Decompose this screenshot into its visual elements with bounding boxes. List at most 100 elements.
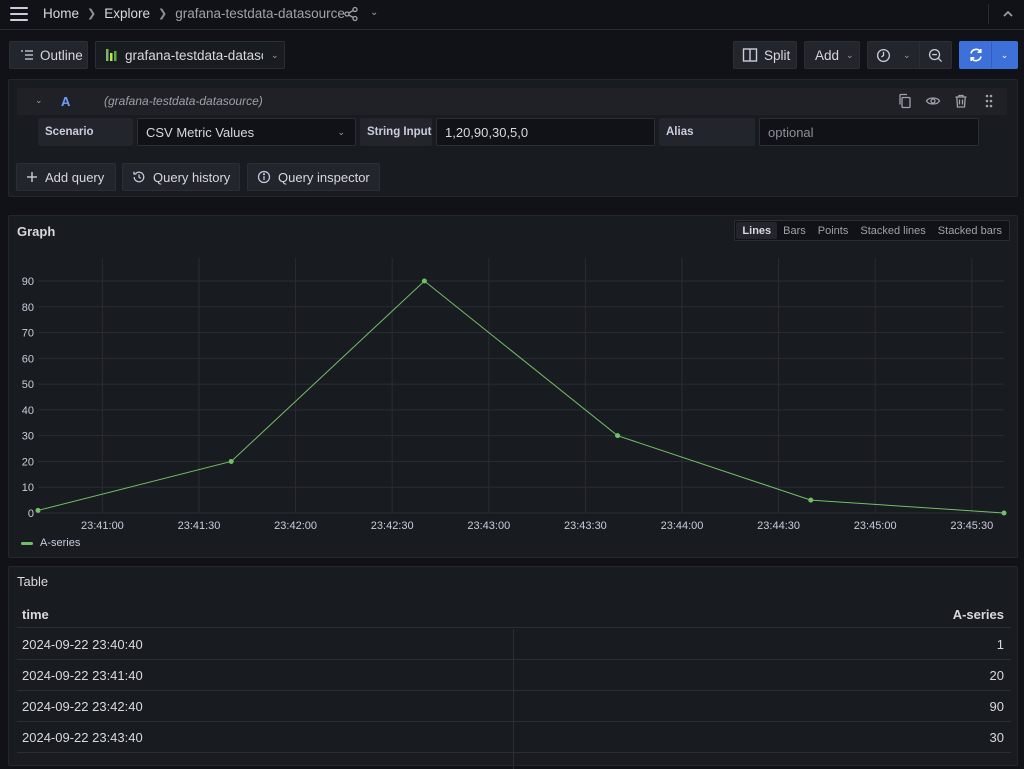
y-tick-label: 40 xyxy=(22,405,34,417)
zoom-out-icon xyxy=(928,48,942,62)
time-range-picker[interactable]: ⌄ xyxy=(867,41,952,69)
testdata-logo-icon xyxy=(106,49,117,61)
list-icon xyxy=(21,50,33,60)
alias-input[interactable]: optional xyxy=(759,118,979,146)
history-icon xyxy=(133,171,145,183)
scenario-label: Scenario xyxy=(38,118,133,146)
cell-time: 2024-09-22 23:43:40 xyxy=(22,730,143,745)
cell-time: 2024-09-22 23:42:40 xyxy=(22,699,143,714)
drag-handle-icon[interactable] xyxy=(981,93,997,109)
x-tick-label: 23:45:00 xyxy=(854,520,897,532)
table-row: 2024-09-22 23:40:40 1 xyxy=(17,629,1011,660)
outline-button[interactable]: Outline xyxy=(9,41,88,69)
add-query-label: Add query xyxy=(45,169,105,185)
datasource-name: grafana-testdata-datasc xyxy=(125,47,263,63)
column-header-time[interactable]: time xyxy=(22,607,49,622)
string-input-field[interactable]: 1,20,90,30,5,0 xyxy=(436,118,655,146)
y-tick-label: 80 xyxy=(22,302,34,314)
x-tick-label: 23:44:00 xyxy=(661,520,704,532)
zoom-out-button[interactable] xyxy=(920,42,951,68)
datasource-picker[interactable]: grafana-testdata-datasc ⌄ xyxy=(95,41,285,69)
add-query-button[interactable]: Add query xyxy=(16,163,116,191)
time-series-chart[interactable]: 0 10 20 30 40 50 60 70 80 90 23:41:00 23:41:30 23:42… xyxy=(9,216,1017,536)
add-label: Add xyxy=(815,47,840,63)
split-button[interactable]: Split xyxy=(733,41,797,69)
chevron-right-icon: ❯ xyxy=(158,8,168,20)
query-inspector-label: Query inspector xyxy=(278,169,370,185)
plus-icon xyxy=(27,172,37,182)
x-tick-label: 23:42:00 xyxy=(274,520,317,532)
data-point xyxy=(1001,510,1007,516)
eye-icon[interactable] xyxy=(925,93,941,109)
string-input-label: String Input xyxy=(360,118,432,146)
query-editor-panel: ⌄ A (grafana-testdata-datasource) Scenar… xyxy=(8,79,1018,197)
columns-icon xyxy=(742,48,758,62)
graph-panel: Graph Lines Bars Points Stacked lines Stacke… xyxy=(8,215,1018,558)
scenario-select[interactable]: CSV Metric Values ⌄ xyxy=(137,118,356,146)
x-tick-label: 23:45:30 xyxy=(950,520,993,532)
cell-value: 20 xyxy=(989,668,1004,683)
info-circle-icon xyxy=(257,170,271,184)
query-history-label: Query history xyxy=(153,169,231,185)
data-point xyxy=(35,507,41,513)
run-query-button[interactable]: ⌄ xyxy=(959,41,1018,69)
refresh-button[interactable] xyxy=(960,42,991,68)
breadcrumb: Home ❯ Explore ❯ grafana-testdata-dataso… xyxy=(43,6,345,21)
query-datasource-name: (grafana-testdata-datasource) xyxy=(104,94,263,108)
scenario-value: CSV Metric Values xyxy=(146,124,255,140)
y-tick-label: 10 xyxy=(22,482,34,494)
x-tick-label: 23:41:00 xyxy=(81,520,124,532)
x-tick-label: 23:42:30 xyxy=(371,520,414,532)
x-tick-label: 23:43:30 xyxy=(564,520,607,532)
breadcrumb-home[interactable]: Home xyxy=(43,6,79,21)
trash-icon[interactable] xyxy=(953,93,969,109)
query-ref-id[interactable]: A xyxy=(61,94,70,109)
table-row: 2024-09-22 23:43:40 30 xyxy=(17,722,1011,753)
time-picker-button[interactable]: ⌄ xyxy=(868,42,919,68)
query-row-header: ⌄ A (grafana-testdata-datasource) xyxy=(17,88,1007,115)
series-line-a-series xyxy=(37,280,1005,514)
chevron-down-icon[interactable]: ⌄ xyxy=(370,7,378,18)
y-tick-label: 50 xyxy=(22,379,34,391)
breadcrumb-explore[interactable]: Explore xyxy=(104,6,150,21)
y-tick-label: 70 xyxy=(22,328,34,340)
data-point xyxy=(615,433,621,439)
chevron-down-icon: ⌄ xyxy=(1000,49,1009,60)
chevron-down-icon: ⌄ xyxy=(846,49,854,60)
collapse-chevron-icon[interactable]: ⌄ xyxy=(35,95,43,106)
y-tick-label: 20 xyxy=(22,456,34,468)
y-tick-label: 90 xyxy=(22,276,34,288)
breadcrumb-current: grafana-testdata-datasource xyxy=(175,6,345,21)
cell-time: 2024-09-22 23:41:40 xyxy=(22,668,143,683)
menu-icon[interactable] xyxy=(10,7,28,21)
add-button[interactable]: Add ⌄ xyxy=(804,41,860,69)
cell-value: 90 xyxy=(989,699,1004,714)
share-icon[interactable] xyxy=(343,6,359,22)
divider xyxy=(988,4,989,24)
cell-value: 30 xyxy=(989,730,1004,745)
table-header-row: time A-series xyxy=(17,601,1011,628)
legend-color-swatch xyxy=(21,541,33,545)
sync-icon xyxy=(969,48,982,62)
query-history-button[interactable]: Query history xyxy=(122,163,240,191)
cell-value: 1 xyxy=(996,637,1004,652)
run-options-chevron[interactable]: ⌄ xyxy=(992,42,1017,68)
chevron-down-icon: ⌄ xyxy=(271,49,279,60)
copy-icon[interactable] xyxy=(897,93,913,109)
x-tick-label: 23:43:00 xyxy=(467,520,510,532)
data-point xyxy=(808,497,814,503)
query-inspector-button[interactable]: Query inspector xyxy=(247,163,380,191)
clock-icon xyxy=(876,48,891,62)
table-title: Table xyxy=(17,574,49,589)
x-tick-label: 23:44:30 xyxy=(757,520,800,532)
split-label: Split xyxy=(764,47,791,63)
data-point xyxy=(421,278,427,284)
data-point xyxy=(228,458,234,464)
chevron-down-icon: ⌄ xyxy=(337,126,345,137)
chevron-up-icon[interactable] xyxy=(1000,6,1016,22)
column-header-a-series[interactable]: A-series xyxy=(953,607,1004,622)
legend-item[interactable]: A-series xyxy=(21,537,80,549)
top-navbar: Home ❯ Explore ❯ grafana-testdata-dataso… xyxy=(0,0,1024,30)
y-tick-label: 60 xyxy=(22,353,34,365)
chevron-down-icon: ⌄ xyxy=(903,49,911,60)
